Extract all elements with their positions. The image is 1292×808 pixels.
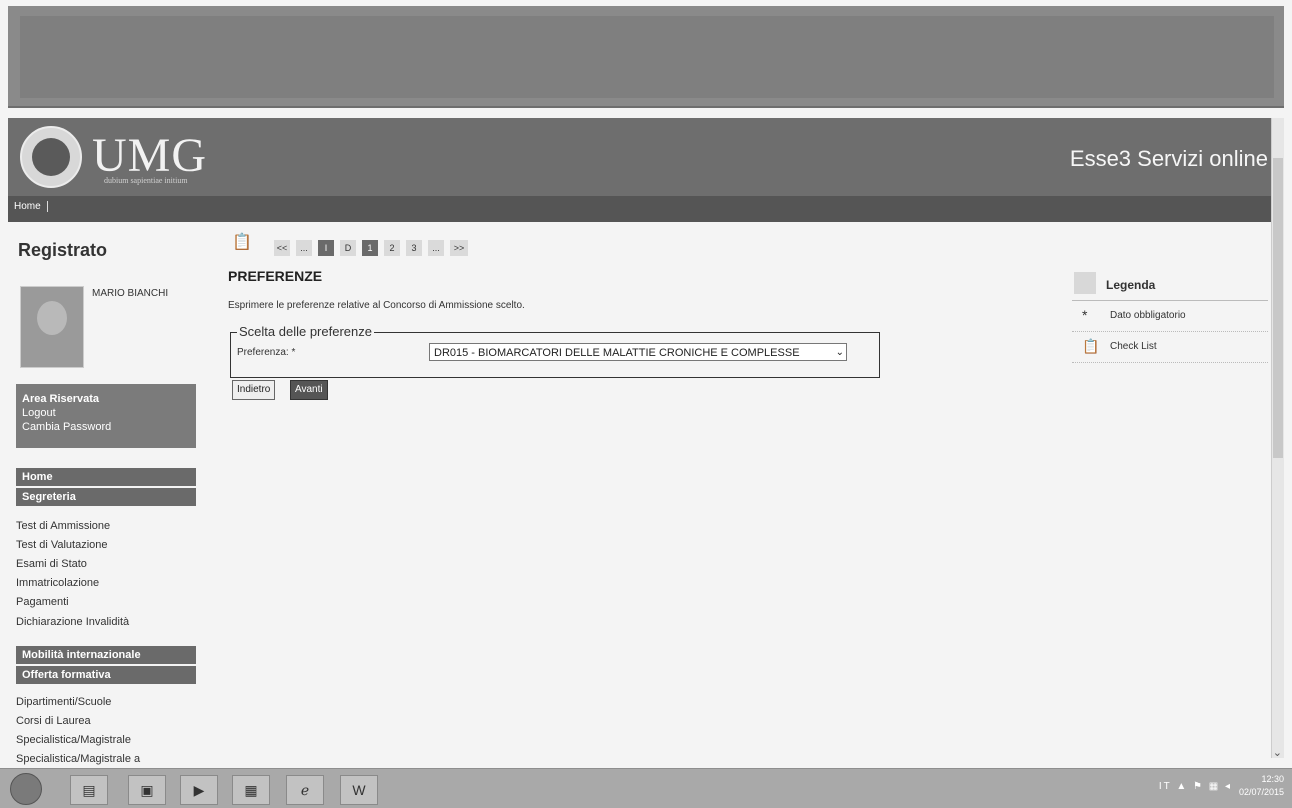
- menu-item-invalidita[interactable]: Dichiarazione Invalidità: [16, 616, 129, 628]
- pager: << ... I D 1 2 3 ... >>: [274, 240, 468, 256]
- legend-row-required: * Dato obbligatorio: [1072, 301, 1268, 332]
- taskbar-folder-icon[interactable]: ▦: [232, 775, 270, 805]
- taskbar-browser-icon[interactable]: ℯ: [286, 775, 324, 805]
- menu-item-immatricolazione[interactable]: Immatricolazione: [16, 577, 99, 589]
- logo-text[interactable]: UMG: [92, 128, 207, 183]
- menu-item-specialistica[interactable]: Specialistica/Magistrale: [16, 734, 131, 746]
- checklist-icon: 📋: [1082, 338, 1100, 354]
- system-tray[interactable]: IT ▲ ⚑ ▦ ◂: [1159, 781, 1232, 792]
- taskbar-word-icon[interactable]: W: [340, 775, 378, 805]
- area-riservata-box: Area Riservata Logout Cambia Password: [16, 384, 196, 448]
- legend-header: Legenda: [1072, 272, 1268, 301]
- menu-item-test-valutazione[interactable]: Test di Valutazione: [16, 539, 108, 551]
- checklist-icon[interactable]: 📋: [232, 232, 252, 252]
- menu-segreteria[interactable]: Segreteria: [16, 488, 196, 506]
- menu-item-specialistica-a[interactable]: Specialistica/Magistrale a: [16, 753, 140, 765]
- preference-select[interactable]: DR015 - BIOMARCATORI DELLE MALATTIE CRON…: [429, 343, 847, 361]
- legend-panel: Legenda * Dato obbligatorio 📋 Check List: [1072, 272, 1268, 363]
- legend-title: Legenda: [1106, 278, 1156, 292]
- avatar-face-icon: [37, 301, 67, 335]
- back-button[interactable]: Indietro: [232, 380, 276, 400]
- menu-offerta[interactable]: Offerta formativa: [16, 666, 196, 684]
- scrollbar-thumb[interactable]: [1273, 158, 1283, 458]
- pager-step-3[interactable]: 3: [406, 240, 422, 256]
- pager-step-d[interactable]: D: [340, 240, 356, 256]
- clock-date: 02/07/2015: [1238, 787, 1284, 797]
- preference-select-value: DR015 - BIOMARCATORI DELLE MALATTIE CRON…: [434, 347, 800, 359]
- browser-top-area: [8, 6, 1284, 108]
- fieldset-legend: Scelta delle preferenze: [237, 324, 374, 339]
- menu-item-corsi-laurea[interactable]: Corsi di Laurea: [16, 715, 91, 727]
- university-seal-icon: [20, 126, 82, 188]
- logout-link[interactable]: Logout: [16, 406, 196, 420]
- site-header: UMG dubium sapientiae initium Esse3 Serv…: [8, 118, 1272, 196]
- pager-step-1[interactable]: 1: [362, 240, 378, 256]
- pager-step-i[interactable]: I: [318, 240, 334, 256]
- area-riservata-title[interactable]: Area Riservata: [16, 384, 196, 406]
- pager-step-2[interactable]: 2: [384, 240, 400, 256]
- sidebar-title: Registrato: [18, 240, 108, 260]
- avatar: [20, 286, 84, 368]
- legend-checklist-label: Check List: [1110, 341, 1157, 352]
- chevron-down-icon[interactable]: ⌄: [836, 344, 844, 360]
- nav-home-link[interactable]: Home: [14, 201, 48, 212]
- taskbar-app-icon[interactable]: ▣: [128, 775, 166, 805]
- preference-label: Preferenza: *: [237, 347, 296, 358]
- menu-mobilita[interactable]: Mobilità internazionale: [16, 646, 196, 664]
- top-navbar: Home: [8, 196, 1272, 222]
- taskbar-explorer-icon[interactable]: ▤: [70, 775, 108, 805]
- page-description: Esprimere le preferenze relative al Conc…: [228, 300, 525, 311]
- legend-required-label: Dato obbligatorio: [1110, 310, 1186, 321]
- clock-time: 12:30: [1261, 774, 1284, 784]
- menu-item-dipartimenti[interactable]: Dipartimenti/Scuole: [16, 696, 111, 708]
- pager-ellipsis-2[interactable]: ...: [428, 240, 444, 256]
- logo-motto: dubium sapientiae initium: [104, 176, 188, 185]
- windows-taskbar: ▤ ▣ ▶ ▦ ℯ W IT ▲ ⚑ ▦ ◂ 12:30 02/07/2015: [0, 768, 1292, 808]
- user-name: MARIO BIANCHI: [92, 288, 169, 299]
- browser-top-inner: [20, 16, 1274, 98]
- page-title: PREFERENZE: [228, 268, 323, 284]
- star-icon: [1074, 272, 1096, 294]
- change-password-link[interactable]: Cambia Password: [16, 420, 196, 434]
- pager-first[interactable]: <<: [274, 240, 290, 256]
- pager-last[interactable]: >>: [450, 240, 468, 256]
- asterisk-icon: *: [1082, 307, 1088, 323]
- page-scrollbar[interactable]: [1271, 118, 1284, 758]
- chevron-down-icon[interactable]: ⌄: [1273, 746, 1282, 759]
- taskbar-media-icon[interactable]: ▶: [180, 775, 218, 805]
- next-button[interactable]: Avanti: [290, 380, 328, 400]
- menu-item-test-ammissione[interactable]: Test di Ammissione: [16, 520, 110, 532]
- menu-item-pagamenti[interactable]: Pagamenti: [16, 596, 69, 608]
- start-button[interactable]: [10, 773, 42, 805]
- pager-ellipsis[interactable]: ...: [296, 240, 312, 256]
- menu-home[interactable]: Home: [16, 468, 196, 486]
- service-title: Esse3 Servizi online: [1069, 146, 1268, 171]
- clock[interactable]: 12:30 02/07/2015: [1239, 773, 1284, 799]
- preferences-fieldset: Scelta delle preferenze Preferenza: * DR…: [230, 324, 880, 378]
- legend-row-checklist: 📋 Check List: [1072, 332, 1268, 363]
- menu-item-esami-stato[interactable]: Esami di Stato: [16, 558, 87, 570]
